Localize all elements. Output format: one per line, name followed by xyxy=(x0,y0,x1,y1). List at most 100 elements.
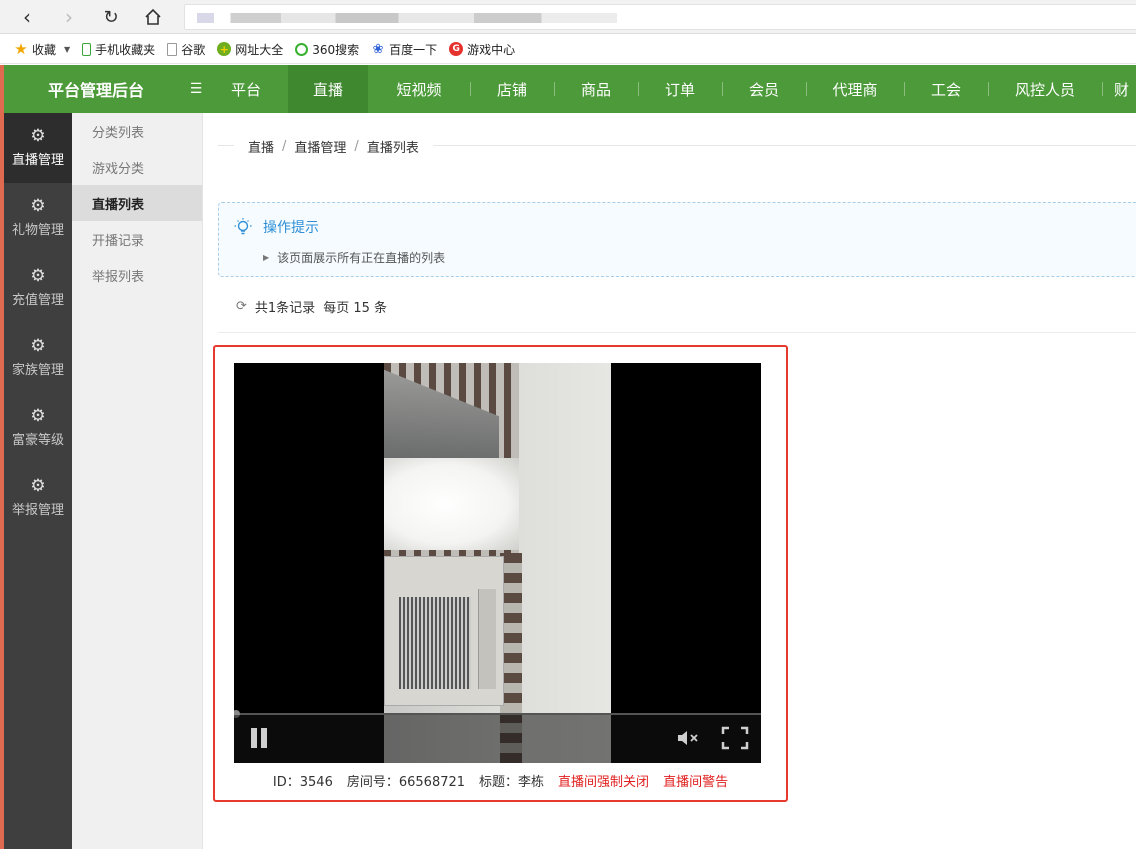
breadcrumb-area: 直播 / 直播管理 / 直播列表 xyxy=(218,135,1136,157)
records-summary: ⟳ 共1条记录 每页 15 条 xyxy=(236,297,387,316)
bookmark-item[interactable]: 手机收藏夹 xyxy=(82,41,155,58)
nav-item-short-video[interactable]: 短视频 xyxy=(368,65,470,113)
gear-icon: ⚙ xyxy=(30,196,46,216)
sidebar-item-recharge-manage[interactable]: ⚙ 充值管理 xyxy=(4,253,72,323)
video-player[interactable] xyxy=(234,363,761,763)
blurred-url xyxy=(197,13,617,23)
breadcrumb-separator: / xyxy=(282,138,287,154)
bookmark-item[interactable]: 谷歌 xyxy=(167,41,205,58)
breadcrumb: 直播 / 直播管理 / 直播列表 xyxy=(234,135,433,157)
breadcrumb-separator: / xyxy=(354,138,359,154)
nav-item-finance[interactable]: 财 xyxy=(1102,65,1136,113)
ac-panel xyxy=(478,589,496,689)
fullscreen-icon[interactable] xyxy=(720,725,750,751)
sidebar-item-family-manage[interactable]: ⚙ 家族管理 xyxy=(4,323,72,393)
breadcrumb-item[interactable]: 直播 xyxy=(248,137,274,156)
records-per-page: 每页 15 条 xyxy=(323,301,387,316)
gear-icon: ⚙ xyxy=(30,266,46,286)
nav-item-members[interactable]: 会员 xyxy=(722,65,806,113)
subnav-game-category[interactable]: 游戏分类 xyxy=(72,149,202,185)
plus-circle-icon: + xyxy=(217,42,232,56)
stream-id: ID：3546 xyxy=(272,775,333,790)
app-header: 平台管理后台 ☰ 平台 直播 短视频 店铺 商品 订单 会员 代理商 工会 风控… xyxy=(4,65,1136,113)
nav-item-union[interactable]: 工会 xyxy=(904,65,988,113)
gear-icon: ⚙ xyxy=(30,476,46,496)
nav-item-orders[interactable]: 订单 xyxy=(638,65,722,113)
stream-meta: ID：3546 房间号：66568721 标题：李栋 直播间强制关闭 直播间警告 xyxy=(215,771,786,790)
bookmark-label: 谷歌 xyxy=(181,42,206,57)
sidebar-item-live-manage[interactable]: ⚙ 直播管理 xyxy=(4,113,72,183)
star-icon: ★ xyxy=(14,40,28,58)
sidebar-item-label: 礼物管理 xyxy=(11,223,64,238)
page-icon xyxy=(167,42,178,56)
video-frame xyxy=(384,363,611,763)
bookmark-item[interactable]: ❀ 百度一下 xyxy=(371,41,437,58)
lightbulb-icon xyxy=(233,217,253,237)
player-controls xyxy=(234,715,761,763)
paw-icon: ❀ xyxy=(372,41,384,57)
primary-sidebar: ⚙ 直播管理 ⚙ 礼物管理 ⚙ 充值管理 ⚙ 家族管理 ⚙ 富豪等级 ⚙ 举报管… xyxy=(4,113,72,849)
subnav-category-list[interactable]: 分类列表 xyxy=(72,113,202,149)
bookmark-label: 游戏中心 xyxy=(467,42,516,57)
home-icon[interactable] xyxy=(140,4,166,30)
sidebar-item-wealth-level[interactable]: ⚙ 富豪等级 xyxy=(4,393,72,463)
nav-item-live[interactable]: 直播 xyxy=(288,65,368,113)
nav-item-goods[interactable]: 商品 xyxy=(554,65,638,113)
breadcrumb-item[interactable]: 直播管理 xyxy=(294,137,346,156)
nav-item-risk[interactable]: 风控人员 xyxy=(988,65,1102,113)
stream-card: ID：3546 房间号：66568721 标题：李栋 直播间强制关闭 直播间警告 xyxy=(213,345,788,802)
game-icon: G xyxy=(449,42,464,56)
bookmark-label: 360搜索 xyxy=(312,42,360,57)
bookmark-item[interactable]: 360搜索 xyxy=(295,41,359,58)
records-total: 共1条记录 xyxy=(254,301,316,316)
sidebar-item-label: 富豪等级 xyxy=(11,433,64,448)
forward-icon[interactable]: › xyxy=(56,4,82,30)
nav-item-agents[interactable]: 代理商 xyxy=(806,65,904,113)
refresh-icon[interactable]: ⟳ xyxy=(236,299,247,314)
divider xyxy=(218,332,1136,333)
sidebar-item-label: 充值管理 xyxy=(11,293,64,308)
bookmark-label: 手机收藏夹 xyxy=(95,42,156,57)
brand-title: 平台管理后台 xyxy=(47,81,144,100)
tip-header: 操作提示 xyxy=(233,217,319,237)
subnav-live-list[interactable]: 直播列表 xyxy=(72,185,202,221)
mute-icon[interactable] xyxy=(674,727,704,749)
search-ring-icon xyxy=(295,42,309,56)
bookmark-item[interactable]: G 游戏中心 xyxy=(449,41,515,58)
breadcrumb-item: 直播列表 xyxy=(366,140,419,156)
bookmark-label: 网址大全 xyxy=(235,42,284,57)
stream-room: 房间号：66568721 xyxy=(346,775,466,790)
tip-text: 该页面展示所有正在直播的列表 xyxy=(277,251,446,265)
operation-tip: 操作提示 ▶ 该页面展示所有正在直播的列表 xyxy=(218,202,1136,277)
sidebar-item-label: 直播管理 xyxy=(11,153,64,168)
bookmarks-bar: ★ 收藏 ▼ 手机收藏夹 谷歌 + 网址大全 360搜索 ❀ 百度一下 G 游戏… xyxy=(0,35,1136,64)
phone-icon xyxy=(82,42,92,56)
gear-icon: ⚙ xyxy=(30,336,46,356)
bookmark-item[interactable]: + 网址大全 xyxy=(217,41,283,58)
address-bar[interactable] xyxy=(184,4,1136,30)
bookmark-label: 收藏 xyxy=(32,42,57,57)
bookmark-label: 百度一下 xyxy=(389,42,438,57)
pause-icon[interactable] xyxy=(248,727,270,749)
subnav-report-list[interactable]: 举报列表 xyxy=(72,257,202,293)
ac-grille xyxy=(399,597,471,689)
nav-item-shop[interactable]: 店铺 xyxy=(470,65,554,113)
reload-icon[interactable]: ↻ xyxy=(98,4,124,30)
stream-title: 标题：李栋 xyxy=(479,775,545,790)
ceiling-light xyxy=(384,458,519,550)
chevron-down-icon[interactable]: ▼ xyxy=(64,45,70,54)
menu-toggle-icon[interactable]: ☰ xyxy=(187,80,205,98)
force-close-link[interactable]: 直播间强制关闭 xyxy=(558,771,649,790)
sidebar-item-label: 举报管理 xyxy=(11,503,64,518)
nav-item-platform[interactable]: 平台 xyxy=(204,65,288,113)
gear-icon: ⚙ xyxy=(30,126,46,146)
ceiling-ac-unit xyxy=(384,556,504,706)
tip-item: ▶ 该页面展示所有正在直播的列表 xyxy=(263,249,445,266)
warn-link[interactable]: 直播间警告 xyxy=(663,771,728,790)
sidebar-item-gift-manage[interactable]: ⚙ 礼物管理 xyxy=(4,183,72,253)
secondary-sidebar: 分类列表 游戏分类 直播列表 开播记录 举报列表 xyxy=(72,113,203,849)
subnav-broadcast-records[interactable]: 开播记录 xyxy=(72,221,202,257)
back-icon[interactable]: ‹ xyxy=(14,4,40,30)
bookmark-item[interactable]: ★ 收藏 ▼ xyxy=(14,40,70,58)
sidebar-item-report-manage[interactable]: ⚙ 举报管理 xyxy=(4,463,72,533)
